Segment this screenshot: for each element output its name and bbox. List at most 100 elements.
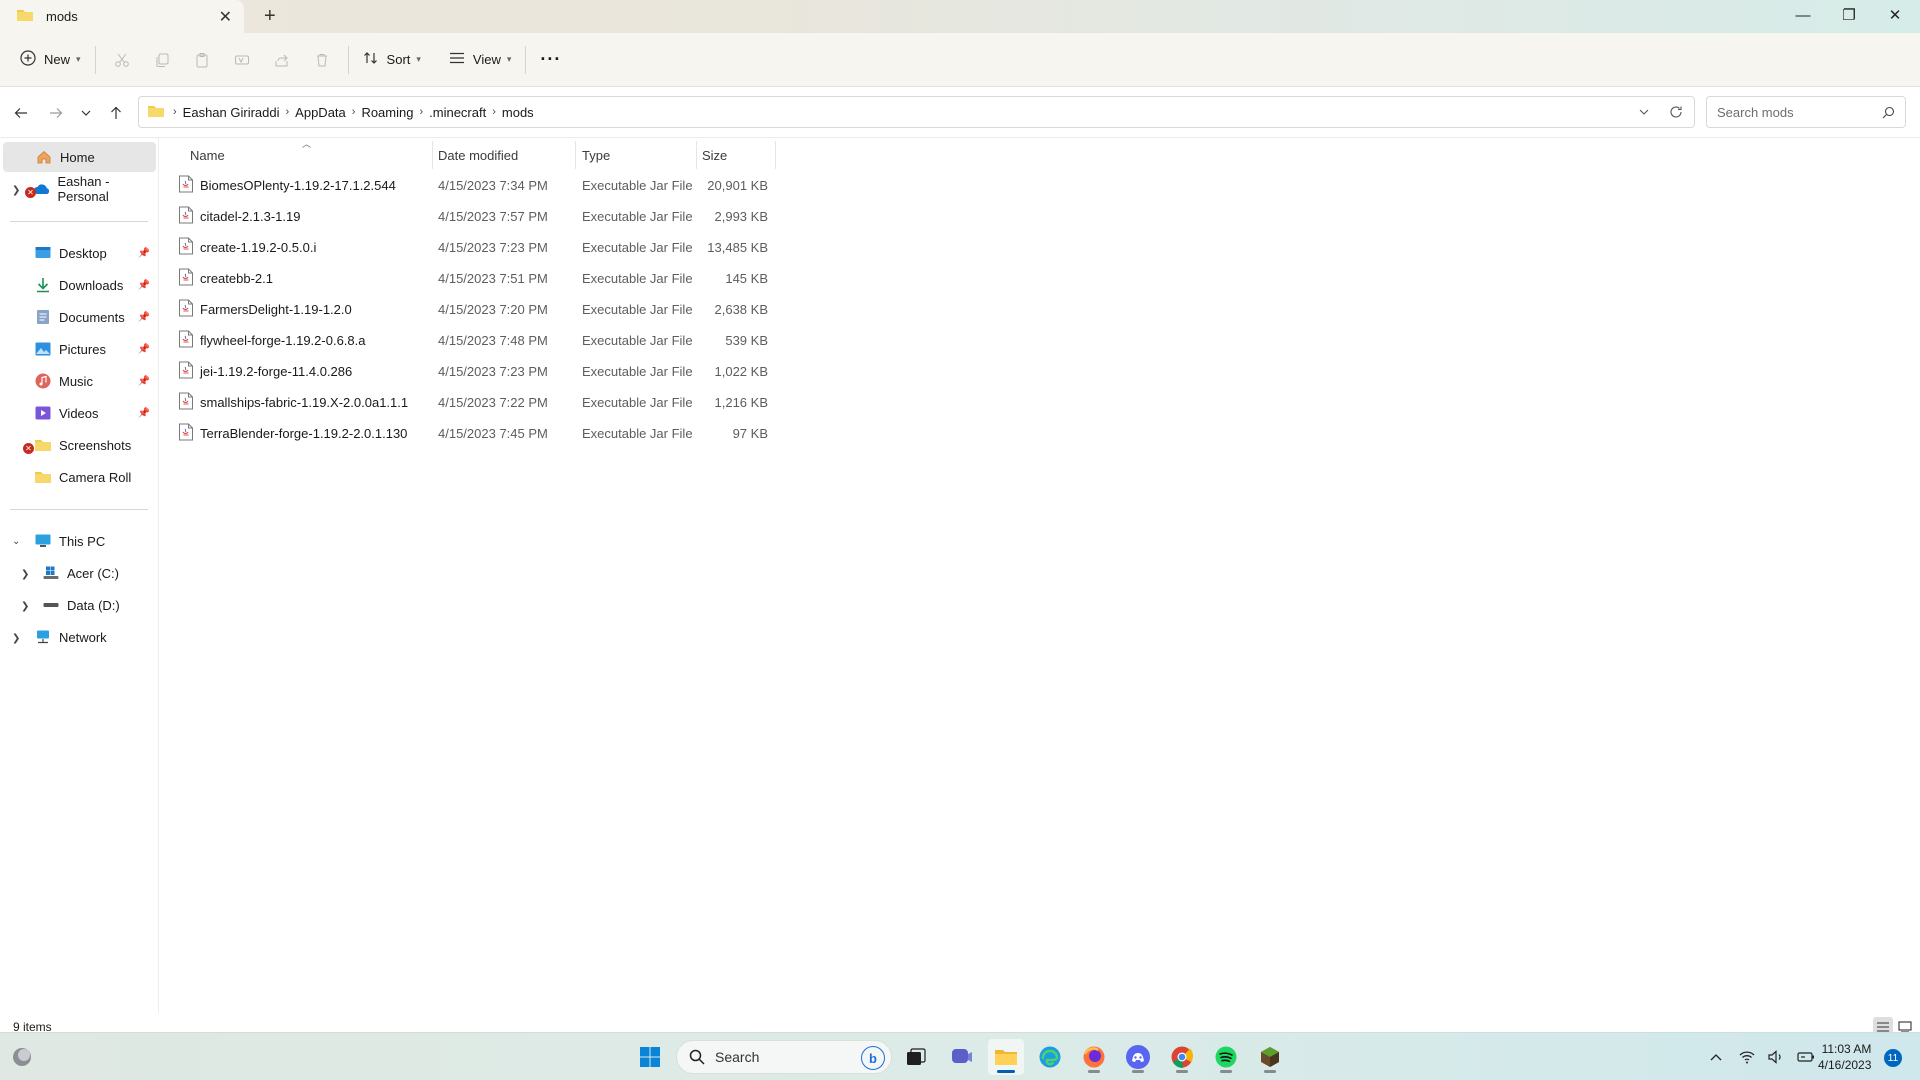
- nav-downloads[interactable]: Downloads 📌: [0, 270, 156, 300]
- taskbar-search[interactable]: Search b: [676, 1040, 892, 1074]
- computer-icon: [33, 531, 53, 551]
- clock[interactable]: 11:03 AM 4/16/2023: [1818, 1041, 1871, 1073]
- nav-home[interactable]: Home: [3, 142, 156, 172]
- nav-music[interactable]: Music 📌: [0, 366, 156, 396]
- pin-icon: 📌: [137, 311, 150, 323]
- nav-videos[interactable]: Videos 📌: [0, 398, 156, 428]
- cloud-icon: ✕: [25, 179, 51, 199]
- jar-file-icon: [178, 268, 194, 289]
- cut-icon[interactable]: [102, 42, 142, 78]
- nav-network[interactable]: Network: [0, 622, 156, 652]
- close-window-button[interactable]: ✕: [1872, 0, 1918, 30]
- teams-chat-button[interactable]: [944, 1039, 980, 1075]
- column-divider[interactable]: [432, 141, 433, 169]
- widgets-button[interactable]: [4, 1039, 40, 1075]
- close-tab-icon[interactable]: ✕: [219, 7, 232, 27]
- address-bar[interactable]: › Eashan Giriraddi › AppData › Roaming ›…: [138, 96, 1695, 128]
- table-row[interactable]: BiomesOPlenty-1.19.2-17.1.2.544 4/15/2023…: [174, 170, 776, 201]
- rename-icon[interactable]: [222, 42, 262, 78]
- minecraft-app[interactable]: [1252, 1039, 1288, 1075]
- spotify-app[interactable]: [1208, 1039, 1244, 1075]
- firefox-app[interactable]: [1076, 1039, 1112, 1075]
- file-name-cell[interactable]: flywheel-forge-1.19.2-0.6.8.a: [178, 330, 365, 351]
- share-icon[interactable]: [262, 42, 302, 78]
- breadcrumb-roaming[interactable]: Roaming: [361, 105, 413, 120]
- maximize-button[interactable]: ❐: [1826, 0, 1872, 30]
- nav-home-label: Home: [60, 149, 95, 165]
- forward-button[interactable]: [43, 100, 69, 126]
- edge-app[interactable]: [1032, 1039, 1068, 1075]
- breadcrumb-user[interactable]: Eashan Giriraddi: [183, 105, 280, 120]
- address-history-button[interactable]: [1629, 97, 1659, 127]
- nav-pictures[interactable]: Pictures 📌: [0, 334, 156, 364]
- column-header-size[interactable]: Size: [702, 143, 772, 167]
- column-header-type[interactable]: Type: [582, 143, 692, 167]
- table-row[interactable]: citadel-2.1.3-1.19 4/15/2023 7:57 PM Execu…: [174, 201, 776, 232]
- file-explorer-app[interactable]: [988, 1039, 1024, 1075]
- table-row[interactable]: createbb-2.1 4/15/2023 7:51 PM Executable …: [174, 263, 776, 294]
- view-button[interactable]: View ▾: [441, 42, 519, 78]
- file-date: 4/15/2023 7:22 PM: [438, 395, 548, 410]
- file-name-cell[interactable]: citadel-2.1.3-1.19: [178, 206, 300, 227]
- pane-splitter[interactable]: [158, 138, 159, 1013]
- column-divider[interactable]: [775, 141, 776, 169]
- refresh-button[interactable]: [1661, 97, 1691, 127]
- breadcrumb-appdata[interactable]: AppData: [295, 105, 346, 120]
- column-divider[interactable]: [696, 141, 697, 169]
- tab-mods[interactable]: mods ✕: [0, 0, 244, 33]
- breadcrumb-minecraft[interactable]: .minecraft: [429, 105, 486, 120]
- table-row[interactable]: FarmersDelight-1.19-1.2.0 4/15/2023 7:20 …: [174, 294, 776, 325]
- quick-settings-button[interactable]: [1732, 1039, 1822, 1075]
- file-name-cell[interactable]: FarmersDelight-1.19-1.2.0: [178, 299, 352, 320]
- search-input[interactable]: Search mods: [1706, 96, 1906, 128]
- recent-locations-button[interactable]: [73, 100, 99, 126]
- nav-this-pc[interactable]: This PC: [0, 526, 156, 556]
- nav-drive-c[interactable]: Acer (C:): [0, 558, 156, 588]
- file-name-cell[interactable]: BiomesOPlenty-1.19.2-17.1.2.544: [178, 175, 396, 196]
- show-hidden-icons-button[interactable]: [1698, 1039, 1734, 1075]
- wifi-icon: [1739, 1051, 1755, 1064]
- chrome-app[interactable]: [1164, 1039, 1200, 1075]
- nav-camera-roll[interactable]: Camera Roll: [0, 462, 156, 492]
- file-name-cell[interactable]: createbb-2.1: [178, 268, 273, 289]
- column-header-name[interactable]: Name: [190, 143, 430, 167]
- delete-icon[interactable]: [302, 42, 342, 78]
- divider: [94, 45, 96, 74]
- file-name-cell[interactable]: jei-1.19.2-forge-11.4.0.286: [178, 361, 352, 382]
- new-tab-button[interactable]: +: [264, 5, 276, 28]
- start-button[interactable]: [632, 1039, 668, 1075]
- notification-badge[interactable]: 11: [1884, 1049, 1902, 1067]
- breadcrumb-mods[interactable]: mods: [502, 105, 534, 120]
- table-row[interactable]: smallships-fabric-1.19.X-2.0.0a1.1.1 4/15…: [174, 387, 776, 418]
- nav-onedrive[interactable]: ✕ Eashan - Personal: [0, 174, 156, 204]
- file-name: create-1.19.2-0.5.0.i: [200, 240, 317, 255]
- pin-icon: 📌: [137, 343, 150, 355]
- up-button[interactable]: [103, 100, 129, 126]
- back-button[interactable]: [8, 100, 34, 126]
- desktop-icon: [33, 243, 53, 263]
- copy-icon[interactable]: [142, 42, 182, 78]
- table-row[interactable]: create-1.19.2-0.5.0.i 4/15/2023 7:23 PM Ex…: [174, 232, 776, 263]
- new-button[interactable]: New ▾: [12, 42, 89, 78]
- error-badge-icon: ✕: [25, 187, 36, 198]
- paste-icon[interactable]: [182, 42, 222, 78]
- discord-app[interactable]: [1120, 1039, 1156, 1075]
- minimize-button[interactable]: —: [1780, 0, 1826, 30]
- nav-drive-d[interactable]: Data (D:): [0, 590, 156, 620]
- column-header-date[interactable]: Date modified: [438, 143, 574, 167]
- nav-documents[interactable]: Documents 📌: [0, 302, 156, 332]
- nav-desktop[interactable]: Desktop 📌: [0, 238, 156, 268]
- file-name-cell[interactable]: TerraBlender-forge-1.19.2-2.0.1.130: [178, 423, 407, 444]
- table-row[interactable]: flywheel-forge-1.19.2-0.6.8.a 4/15/2023 7…: [174, 325, 776, 356]
- sort-button[interactable]: Sort ▾: [355, 42, 429, 78]
- table-row[interactable]: TerraBlender-forge-1.19.2-2.0.1.130 4/15/…: [174, 418, 776, 449]
- nav-screenshots[interactable]: ✕ Screenshots: [0, 430, 156, 460]
- file-name-cell[interactable]: create-1.19.2-0.5.0.i: [178, 237, 316, 258]
- see-more-button[interactable]: ···: [532, 42, 569, 78]
- column-divider[interactable]: [575, 141, 576, 169]
- divider: [347, 45, 349, 74]
- file-name-cell[interactable]: smallships-fabric-1.19.X-2.0.0a1.1.1: [178, 392, 408, 413]
- jar-file-icon: [178, 206, 194, 227]
- task-view-button[interactable]: [898, 1039, 934, 1075]
- table-row[interactable]: jei-1.19.2-forge-11.4.0.286 4/15/2023 7:2…: [174, 356, 776, 387]
